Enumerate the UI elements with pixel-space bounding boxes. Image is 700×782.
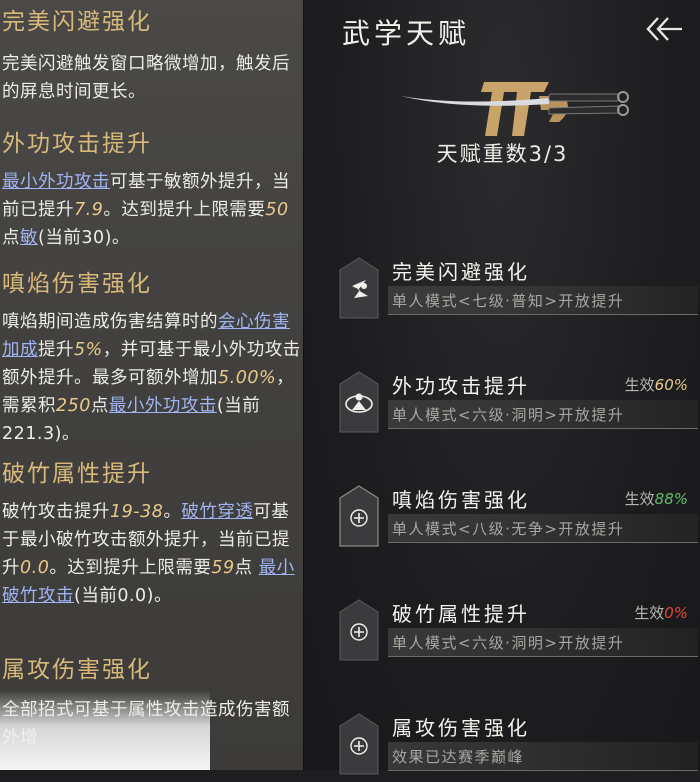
plus-icon <box>339 485 379 547</box>
link-agility[interactable]: 敏 <box>20 228 38 248</box>
plus-icon <box>339 599 379 661</box>
section-text-external-attack: 最小外功攻击可基于敏额外提升，当前已提升7.9。达到提升上限需要50点敏(当前3… <box>2 172 290 248</box>
talent-detail-panel: 完美闪避强化 完美闪避触发窗口略微增加，触发后的屏息时间更长。 外功攻击提升 最… <box>0 0 303 770</box>
link-min-external-attack[interactable]: 最小外功攻击 <box>2 172 110 192</box>
talent-unlock-desc: 单人模式<六级·洞明>开放提升 <box>392 634 625 652</box>
panel-title: 武学天赋 <box>342 17 471 50</box>
talent-effect: 生效0% <box>634 604 688 622</box>
section-title-pozhu: 破竹属性提升 <box>2 461 152 487</box>
talent-name: 完美闪避强化 <box>392 260 530 284</box>
link-pozhu-penetration[interactable]: 破竹穿透 <box>181 502 253 522</box>
talent-name: 外功攻击提升 <box>392 374 530 398</box>
plus-icon <box>339 713 379 775</box>
back-button[interactable] <box>644 12 684 46</box>
section-title-perfect-dodge: 完美闪避强化 <box>2 9 152 35</box>
talent-effect: 生效60% <box>624 376 688 394</box>
section-text-perfect-dodge: 完美闪避触发窗口略微增加，触发后的屏息时间更长。 <box>2 54 290 102</box>
talent-unlock-desc: 单人模式<八级·无争>开放提升 <box>392 520 625 538</box>
talent-name: 嗔焰伤害强化 <box>392 488 530 512</box>
section-title-rage-flame: 嗔焰伤害强化 <box>2 271 152 297</box>
talent-rank-label: 天赋重数3/3 <box>436 142 569 166</box>
martial-figure-icon <box>339 371 379 433</box>
section-text-pozhu: 破竹攻击提升19-38。破竹穿透可基于最小破竹攻击额外提升，当前已提升0.0。达… <box>2 502 295 606</box>
talent-effect: 生效88% <box>624 490 688 508</box>
dodge-icon <box>339 257 379 319</box>
talent-item-perfect-dodge[interactable]: 完美闪避强化 单人模式<七级·普知>开放提升 <box>338 256 698 326</box>
talent-name: 破竹属性提升 <box>392 602 530 626</box>
talent-unlock-desc: 单人模式<七级·普知>开放提升 <box>392 292 625 310</box>
section-text-rage-flame: 嗔焰期间造成伤害结算时的会心伤害加成提升5%，并可基于最小外功攻击额外提升。最多… <box>2 312 301 444</box>
martial-talent-panel: 武学天赋 天赋重数3/3 完美闪避强化 单人模式<七级·普知>开放提升 外功攻击… <box>303 0 700 775</box>
talent-unlock-desc: 效果已达赛季巅峰 <box>392 748 525 766</box>
double-chevron-left-icon <box>646 17 682 41</box>
talent-item-pozhu[interactable]: 破竹属性提升 生效0% 单人模式<六级·洞明>开放提升 <box>338 598 698 668</box>
talent-name: 属攻伤害强化 <box>392 716 530 740</box>
blur-overlay <box>0 690 210 770</box>
talent-item-rage-flame[interactable]: 嗔焰伤害强化 生效88% 单人模式<八级·无争>开放提升 <box>338 484 698 554</box>
section-title-attribute-damage: 属攻伤害强化 <box>2 657 152 683</box>
talent-item-attribute-damage[interactable]: 属攻伤害强化 效果已达赛季巅峰 <box>338 712 698 782</box>
link-min-external-attack-2[interactable]: 最小外功攻击 <box>109 396 217 416</box>
talent-item-external-attack[interactable]: 外功攻击提升 生效60% 单人模式<六级·洞明>开放提升 <box>338 370 698 440</box>
talent-unlock-desc: 单人模式<六级·洞明>开放提升 <box>392 406 625 424</box>
section-title-external-attack: 外功攻击提升 <box>2 131 152 157</box>
